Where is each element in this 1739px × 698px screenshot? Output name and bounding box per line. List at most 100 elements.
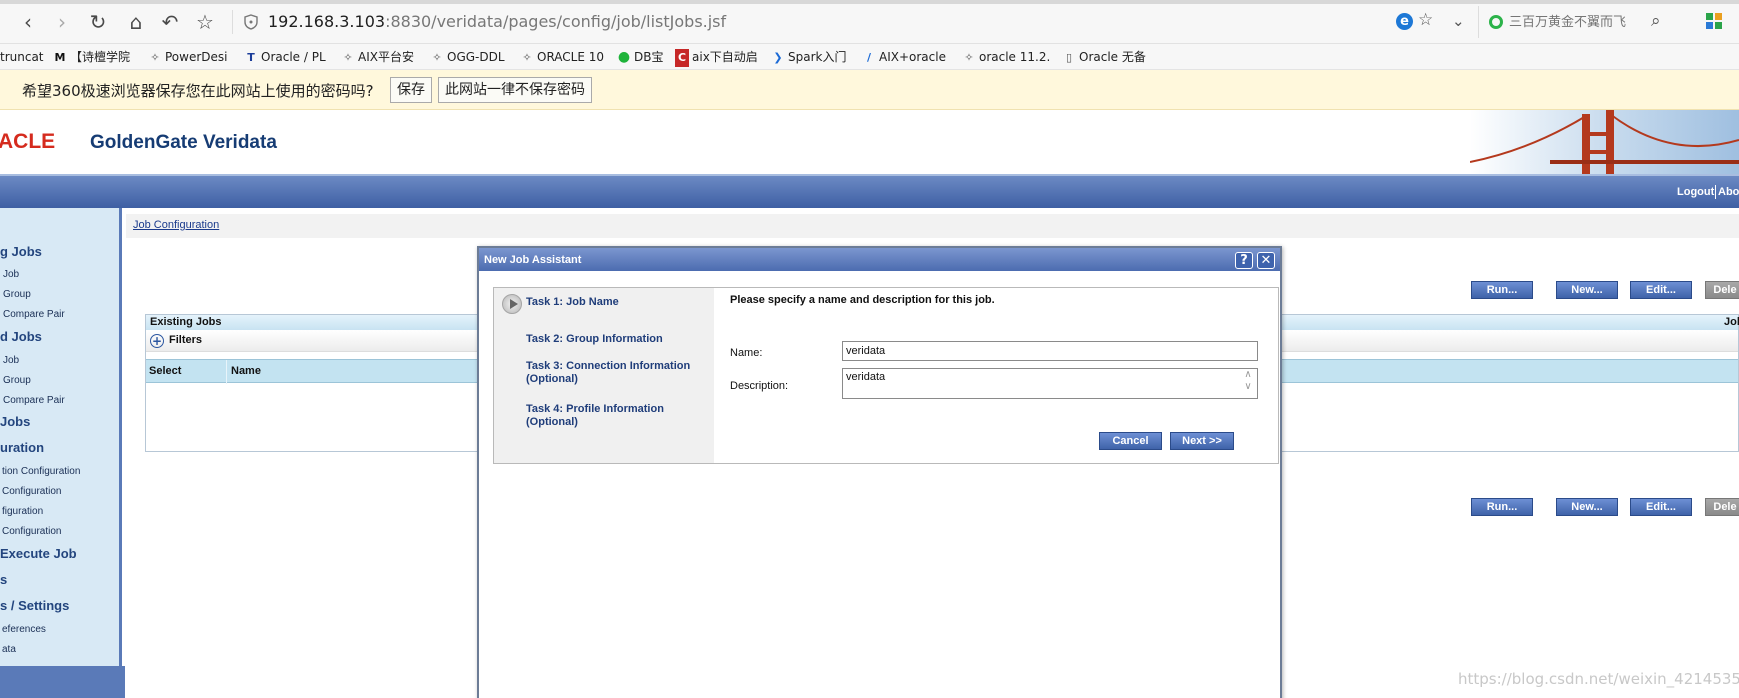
expand-plus-icon[interactable]: + [150, 334, 164, 348]
edit-button-bottom[interactable]: Edit... [1630, 498, 1692, 516]
new-button-bottom[interactable]: New... [1556, 498, 1618, 516]
step-task-3[interactable]: Task 3: Connection Information (Optional… [526, 360, 706, 386]
form-instruction: Please specify a name and description fo… [730, 294, 995, 306]
nav-item-existing-job[interactable]: Job [3, 269, 19, 280]
bookmark-item[interactable]: ✧ OGG-DDL [430, 48, 505, 66]
step-task-4[interactable]: Task 4: Profile Information (Optional) [526, 403, 686, 429]
next-button[interactable]: Next >> [1170, 432, 1234, 450]
oracle112-icon: ✧ [964, 51, 974, 64]
bookmark-label: 【诗檀学院 [70, 50, 131, 64]
cancel-button[interactable]: Cancel [1099, 432, 1162, 450]
close-icon[interactable]: ✕ [1257, 252, 1275, 269]
job-name-field[interactable] [842, 341, 1258, 361]
never-save-password-button[interactable]: 此网站一律不保存密码 [438, 77, 592, 103]
nav-heading-reports[interactable]: s [0, 572, 7, 587]
nav-heading-execute-job[interactable]: Execute Job [0, 546, 77, 561]
column-header-name[interactable]: Name [231, 365, 261, 377]
chevron-down-icon[interactable]: ⌄ [1452, 12, 1465, 30]
bookmark-star-icon[interactable]: ☆ [193, 10, 217, 34]
step-task-1[interactable]: Task 1: Job Name [526, 296, 619, 309]
app-menu-bar: Logout Abou [0, 174, 1739, 208]
url-host: 192.168.3.103 [268, 12, 386, 31]
run-button[interactable]: Run... [1471, 281, 1533, 299]
nav-heading-settings: s / Settings [0, 598, 70, 613]
search-box: ⌕ [1478, 6, 1682, 38]
ogg-icon: ✧ [432, 51, 442, 64]
nav-item-new-group[interactable]: Group [3, 375, 31, 386]
bookmark-item[interactable]: T Oracle / PL [244, 48, 326, 66]
about-link[interactable]: Abou [1718, 186, 1739, 198]
search-icon[interactable]: ⌕ [1651, 11, 1661, 31]
search-input[interactable] [1509, 12, 1649, 32]
bookmark-label: truncat [0, 50, 44, 64]
existing-jobs-title-right: Job [1724, 316, 1739, 328]
step-task-2[interactable]: Task 2: Group Information [526, 333, 663, 346]
bookmark-label: DB宝 [634, 50, 664, 64]
home-icon[interactable]: ⌂ [124, 10, 148, 34]
dialog-content: Task 1: Job Name Task 2: Group Informati… [493, 287, 1279, 464]
bookmark-label: Oracle 无备 [1079, 50, 1146, 64]
reload-icon[interactable]: ↻ [86, 10, 110, 34]
oracle-t-icon: T [247, 51, 255, 64]
nav-heading-configuration: uration [0, 440, 45, 455]
bookmark-item[interactable]: ❯ Spark入门 [771, 48, 846, 66]
nav-item-preferences[interactable]: eferences [2, 624, 46, 635]
nav-item-group-configuration[interactable]: Configuration [2, 486, 61, 497]
nav-item-existing-group[interactable]: Group [3, 289, 31, 300]
forward-icon[interactable]: › [50, 10, 74, 34]
dialog-title-bar[interactable]: New Job Assistant ? ✕ [479, 248, 1280, 271]
favorite-star-icon[interactable]: ☆ [1418, 10, 1433, 30]
dialog-title: New Job Assistant [484, 254, 582, 266]
column-header-select: Select [149, 365, 182, 377]
nav-item-new-compare-pair[interactable]: Compare Pair [3, 395, 65, 406]
tab-strip [0, 0, 1739, 4]
nav-heading-existing-jobs: g Jobs [0, 244, 42, 259]
delete-button-bottom[interactable]: Dele [1705, 498, 1739, 516]
bookmark-item[interactable]: truncat [0, 48, 44, 66]
nav-item-new-job[interactable]: Job [3, 355, 19, 366]
new-job-assistant-dialog: New Job Assistant ? ✕ Task 1: Job Name T… [477, 246, 1282, 698]
bookmarks-bar: truncat M 【诗檀学院 ✧ PowerDesi T Oracle / PL ✧… [0, 44, 1739, 70]
help-icon[interactable]: ? [1235, 252, 1253, 269]
apps-grid-icon[interactable] [1706, 13, 1722, 29]
bookmark-item[interactable]: ✧ oracle 11.2. [962, 48, 1050, 66]
ie-mode-icon[interactable]: e [1396, 13, 1413, 30]
oracle-logo: ACLE [0, 130, 56, 153]
security-shield-icon[interactable] [244, 14, 258, 30]
run-button-bottom[interactable]: Run... [1471, 498, 1533, 516]
nav-item-profile-configuration[interactable]: Configuration [2, 526, 61, 537]
save-password-button[interactable]: 保存 [390, 77, 432, 103]
job-description-field[interactable]: veridata [842, 368, 1258, 399]
nav-item-job-configuration[interactable]: figuration [2, 506, 43, 517]
filters-label: Filters [169, 334, 203, 346]
back-icon[interactable]: ‹ [16, 10, 40, 34]
bookmark-item[interactable]: ✧ PowerDesi [148, 48, 227, 66]
nav-heading-jobs[interactable]: Jobs [0, 414, 30, 429]
logout-link[interactable]: Logout [1677, 186, 1714, 198]
address-bar[interactable]: 192.168.3.103:8830/veridata/pages/config… [268, 12, 726, 31]
bookmark-label: OGG-DDL [447, 50, 505, 64]
bookmark-item[interactable]: M 【诗檀学院 [53, 48, 131, 66]
description-scrollbar[interactable]: ∧ ∨ [1240, 369, 1256, 398]
bookmark-item[interactable]: ✧ AIX平台安 [341, 48, 414, 66]
bookmark-label: Oracle / PL [261, 50, 326, 64]
delete-button[interactable]: Dele [1705, 281, 1739, 299]
bookmark-item[interactable]: ✧ ORACLE 10 [520, 48, 604, 66]
bookmark-item[interactable]: ▯ Oracle 无备 [1062, 48, 1146, 66]
breadcrumb: Job Configuration [126, 214, 1739, 238]
left-nav-footer [0, 666, 125, 698]
bookmark-item[interactable]: / AIX+oracle [862, 48, 946, 66]
nav-item-existing-compare-pair[interactable]: Compare Pair [3, 309, 65, 320]
bookmark-item[interactable]: Caix下自动启 [675, 48, 758, 67]
new-button[interactable]: New... [1556, 281, 1618, 299]
nav-item-about-veridata[interactable]: ata [2, 644, 16, 655]
bookmark-item[interactable]: ● DB宝 [617, 48, 664, 66]
undo-icon[interactable]: ↶ [158, 10, 182, 34]
nav-heading-new-jobs: d Jobs [0, 329, 42, 344]
golden-gate-bridge-image [1470, 110, 1739, 174]
nav-item-connection-configuration[interactable]: tion Configuration [2, 466, 80, 477]
poetry-icon: M [54, 51, 66, 64]
app-title: GoldenGate Veridata [90, 132, 277, 153]
edit-button[interactable]: Edit... [1630, 281, 1692, 299]
breadcrumb-job-configuration[interactable]: Job Configuration [133, 219, 219, 231]
